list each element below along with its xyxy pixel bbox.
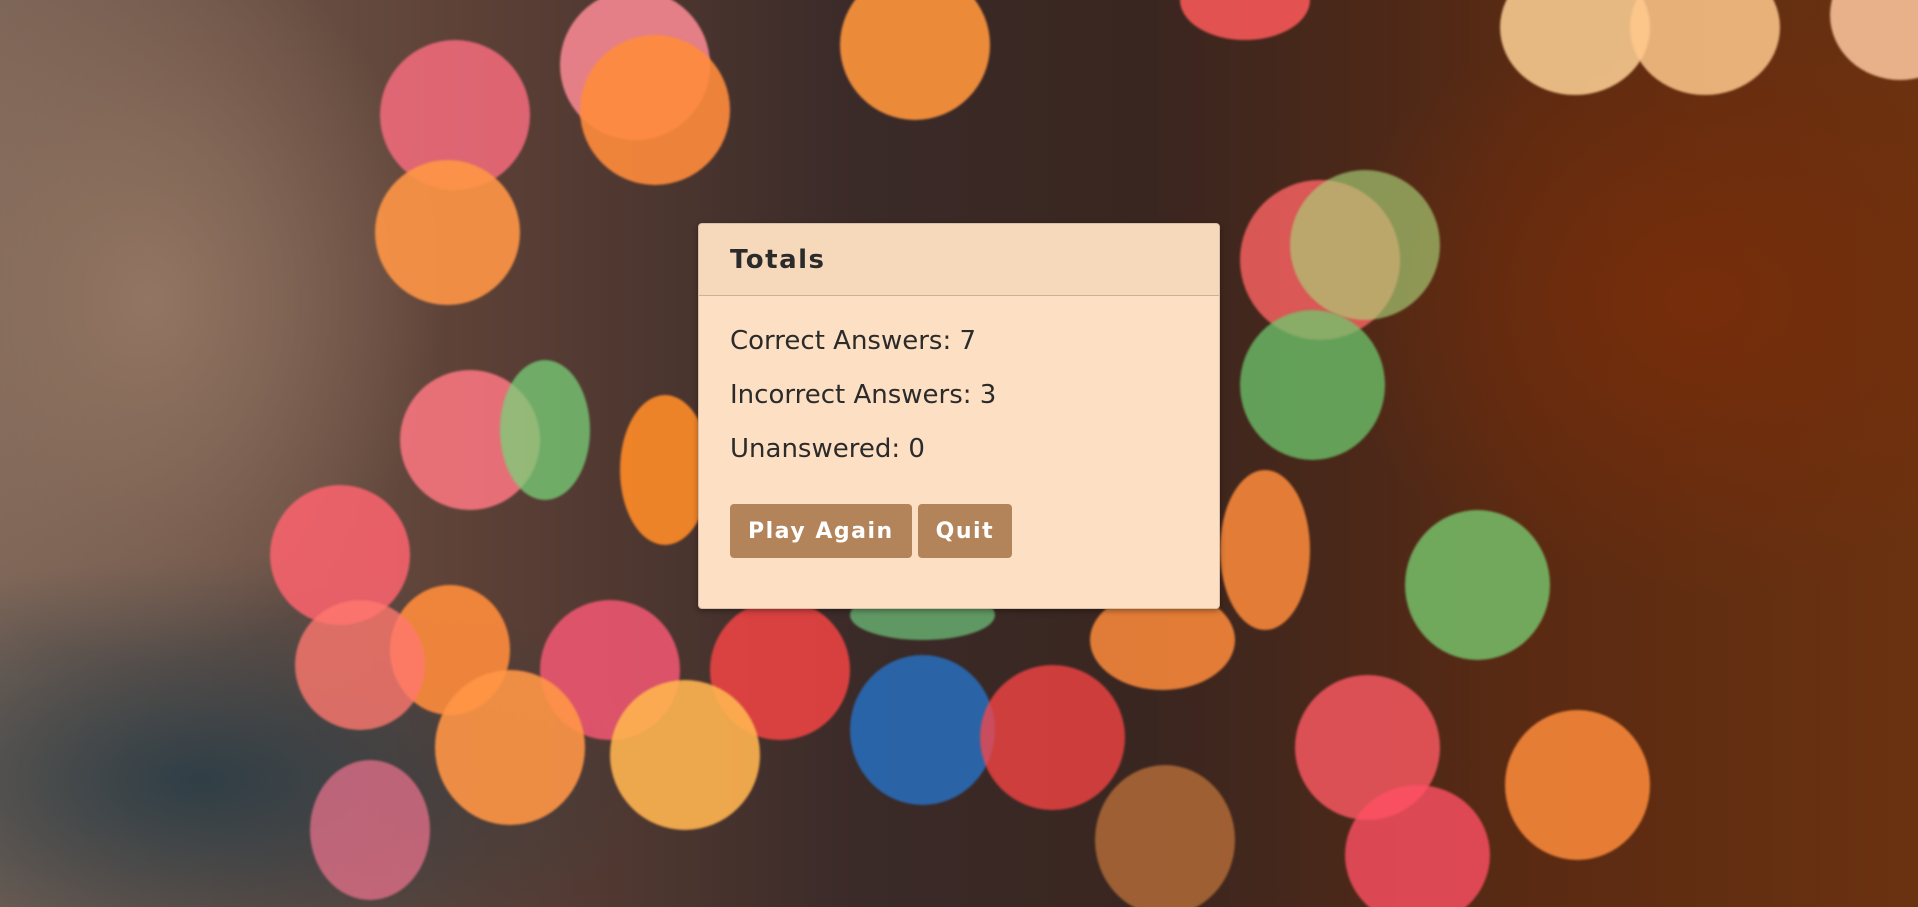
bokeh-light [1220, 470, 1310, 630]
bokeh-light [1405, 510, 1550, 660]
results-panel-header: Totals [699, 224, 1219, 296]
bokeh-light [1830, 0, 1918, 80]
bokeh-light [1500, 0, 1650, 95]
bokeh-light [1180, 0, 1310, 40]
results-title: Totals [730, 244, 826, 275]
unanswered-count: Unanswered: 0 [730, 434, 925, 464]
results-panel: Totals Correct Answers: 7 Incorrect Answ… [698, 223, 1220, 609]
results-actions: Play Again Quit [730, 504, 1188, 558]
bokeh-light [1630, 0, 1780, 95]
results-panel-body: Correct Answers: 7 Incorrect Answers: 3 … [699, 296, 1219, 558]
bokeh-light [580, 35, 730, 185]
bokeh-light [840, 0, 990, 120]
bokeh-light [850, 655, 995, 805]
quit-button[interactable]: Quit [917, 504, 1013, 558]
correct-answers-count: Correct Answers: 7 [730, 326, 977, 356]
bokeh-light [980, 665, 1125, 810]
bokeh-light [310, 760, 430, 900]
bokeh-light [375, 160, 520, 305]
bokeh-light [1240, 310, 1385, 460]
bokeh-light [1345, 785, 1490, 907]
bokeh-light [610, 680, 760, 830]
bokeh-light [1505, 710, 1650, 860]
bokeh-light [295, 600, 425, 730]
bokeh-light [435, 670, 585, 825]
bokeh-light [1290, 170, 1440, 320]
play-again-button[interactable]: Play Again [730, 504, 912, 558]
bokeh-light [620, 395, 710, 545]
bokeh-light [500, 360, 590, 500]
bokeh-light [1095, 765, 1235, 907]
incorrect-answers-count: Incorrect Answers: 3 [730, 380, 997, 410]
